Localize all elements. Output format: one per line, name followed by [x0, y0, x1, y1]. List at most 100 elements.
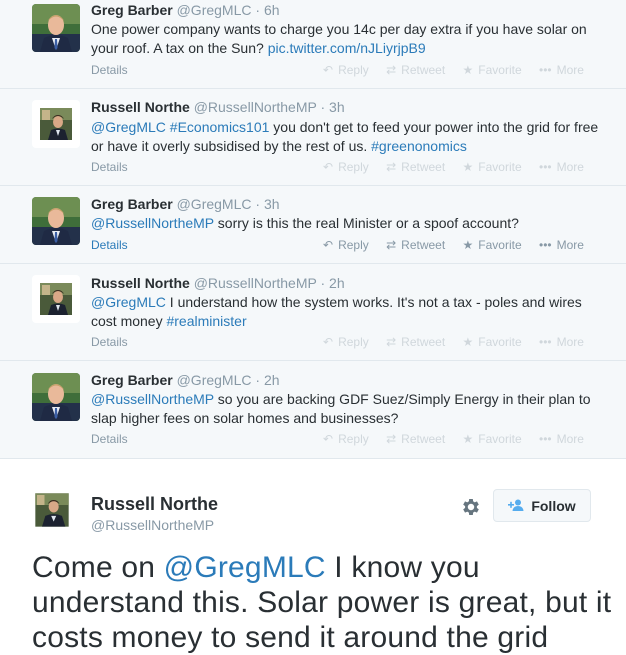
- author-name[interactable]: Russell Northe: [91, 275, 190, 291]
- retweet-label: Retweet: [401, 335, 446, 349]
- ellipsis-icon: •••: [539, 432, 552, 446]
- timestamp[interactable]: 3h: [329, 99, 345, 115]
- tweet-text: @GregMLC I understand how the system wor…: [91, 293, 601, 330]
- favorite-label: Favorite: [478, 432, 522, 446]
- ellipsis-icon: •••: [539, 160, 552, 174]
- separator: ·: [251, 196, 264, 212]
- tweet-text: @GregMLC #Economics101 you don't get to …: [91, 118, 601, 155]
- reply-label: Reply: [338, 432, 369, 446]
- mention-link[interactable]: @RussellNortheMP: [91, 215, 214, 231]
- favorite-button[interactable]: ★ Favorite: [463, 63, 522, 77]
- retweet-icon: ⇄: [386, 432, 397, 446]
- tweet[interactable]: Greg Barber @GregMLC · 3h @RussellNorthe…: [0, 186, 626, 264]
- tweet-actions: ↶ Reply ⇄ Retweet ★ Favorite ••• More: [323, 432, 598, 446]
- retweet-button[interactable]: ⇄ Retweet: [386, 160, 445, 174]
- more-button[interactable]: ••• More: [539, 63, 584, 77]
- media-link[interactable]: pic.twitter.com/nJLiyrjpB9: [268, 40, 426, 56]
- tweet[interactable]: Greg Barber @GregMLC · 6h One power comp…: [0, 0, 626, 89]
- tweet-header: Greg Barber @GregMLC · 3h: [91, 195, 280, 213]
- details-link[interactable]: Details: [91, 238, 128, 252]
- favorite-button[interactable]: ★ Favorite: [463, 432, 522, 446]
- star-icon: ★: [462, 160, 474, 174]
- timestamp[interactable]: 2h: [329, 275, 345, 291]
- retweet-button[interactable]: ⇄ Retweet: [386, 238, 445, 252]
- hashtag-link[interactable]: #realminister: [166, 313, 246, 329]
- favorite-button[interactable]: ★ Favorite: [463, 238, 522, 252]
- author-name[interactable]: Greg Barber: [91, 372, 173, 388]
- more-button[interactable]: ••• More: [539, 432, 584, 446]
- author-handle[interactable]: @RussellNortheMP: [194, 99, 317, 115]
- tweet-text: One power company wants to charge you 14…: [91, 20, 601, 57]
- more-button[interactable]: ••• More: [539, 335, 584, 349]
- avatar[interactable]: [32, 4, 80, 52]
- timestamp[interactable]: 6h: [264, 2, 280, 18]
- retweet-button[interactable]: ⇄ Retweet: [386, 63, 445, 77]
- tweet[interactable]: Greg Barber @GregMLC · 2h @RussellNorthe…: [0, 361, 626, 459]
- reply-button[interactable]: ↶ Reply: [323, 335, 369, 349]
- separator: ·: [251, 372, 264, 388]
- avatar[interactable]: [32, 275, 80, 323]
- hashtag-link[interactable]: #Economics101: [170, 119, 270, 135]
- timestamp[interactable]: 2h: [264, 372, 280, 388]
- retweet-icon: ⇄: [386, 160, 397, 174]
- tweet-actions: ↶ Reply ⇄ Retweet ★ Favorite ••• More: [323, 238, 598, 252]
- avatar[interactable]: [32, 197, 80, 245]
- retweet-icon: ⇄: [386, 335, 397, 349]
- reply-button[interactable]: ↶ Reply: [323, 63, 369, 77]
- focused-author-name[interactable]: Russell Northe: [91, 494, 218, 515]
- mention-link[interactable]: @GregMLC: [164, 551, 326, 584]
- focused-author-handle[interactable]: @RussellNortheMP: [91, 517, 214, 533]
- reply-icon: ↶: [323, 238, 334, 252]
- reply-label: Reply: [338, 63, 369, 77]
- reply-button[interactable]: ↶ Reply: [323, 160, 369, 174]
- tweet[interactable]: Russell Northe @RussellNortheMP · 3h @Gr…: [0, 89, 626, 186]
- tweet-text: @RussellNortheMP so you are backing GDF …: [91, 390, 601, 427]
- tweet-header: Russell Northe @RussellNortheMP · 3h: [91, 98, 345, 116]
- author-handle[interactable]: @GregMLC: [177, 372, 252, 388]
- details-link[interactable]: Details: [91, 63, 128, 77]
- retweet-button[interactable]: ⇄ Retweet: [386, 335, 445, 349]
- retweet-icon: ⇄: [386, 238, 397, 252]
- focused-avatar[interactable]: [32, 490, 72, 530]
- star-icon: ★: [462, 238, 474, 252]
- more-button[interactable]: ••• More: [539, 160, 584, 174]
- mention-link[interactable]: @RussellNortheMP: [91, 391, 214, 407]
- author-name[interactable]: Greg Barber: [91, 2, 173, 18]
- separator: ·: [251, 2, 264, 18]
- tweet-header: Greg Barber @GregMLC · 2h: [91, 371, 280, 389]
- author-name[interactable]: Greg Barber: [91, 196, 173, 212]
- author-handle[interactable]: @GregMLC: [177, 2, 252, 18]
- favorite-button[interactable]: ★ Favorite: [463, 335, 522, 349]
- details-link[interactable]: Details: [91, 160, 128, 174]
- mention-link[interactable]: @GregMLC: [91, 119, 166, 135]
- tweet-actions: ↶ Reply ⇄ Retweet ★ Favorite ••• More: [323, 335, 598, 349]
- more-label: More: [556, 63, 584, 77]
- ellipsis-icon: •••: [539, 238, 552, 252]
- mention-link[interactable]: @GregMLC: [91, 294, 166, 310]
- author-handle[interactable]: @GregMLC: [177, 196, 252, 212]
- star-icon: ★: [462, 63, 474, 77]
- details-link[interactable]: Details: [91, 432, 128, 446]
- tweet-header: Russell Northe @RussellNortheMP · 2h: [91, 274, 345, 292]
- reply-button[interactable]: ↶ Reply: [323, 432, 369, 446]
- timestamp[interactable]: 3h: [264, 196, 280, 212]
- author-handle[interactable]: @RussellNortheMP: [194, 275, 317, 291]
- author-name[interactable]: Russell Northe: [91, 99, 190, 115]
- more-button[interactable]: ••• More: [539, 238, 584, 252]
- favorite-label: Favorite: [478, 160, 522, 174]
- ellipsis-icon: •••: [539, 63, 552, 77]
- separator: ·: [316, 275, 330, 291]
- reply-label: Reply: [338, 238, 369, 252]
- retweet-button[interactable]: ⇄ Retweet: [386, 432, 445, 446]
- follow-button[interactable]: Follow: [493, 489, 591, 522]
- hashtag-link[interactable]: #greenonomics: [371, 138, 467, 154]
- reply-button[interactable]: ↶ Reply: [323, 238, 369, 252]
- avatar[interactable]: [32, 100, 80, 148]
- gear-icon[interactable]: [460, 496, 482, 518]
- add-person-icon: [508, 498, 524, 514]
- tweet[interactable]: Russell Northe @RussellNortheMP · 2h @Gr…: [0, 264, 626, 361]
- avatar[interactable]: [32, 373, 80, 421]
- details-link[interactable]: Details: [91, 335, 128, 349]
- favorite-button[interactable]: ★ Favorite: [463, 160, 522, 174]
- star-icon: ★: [462, 432, 474, 446]
